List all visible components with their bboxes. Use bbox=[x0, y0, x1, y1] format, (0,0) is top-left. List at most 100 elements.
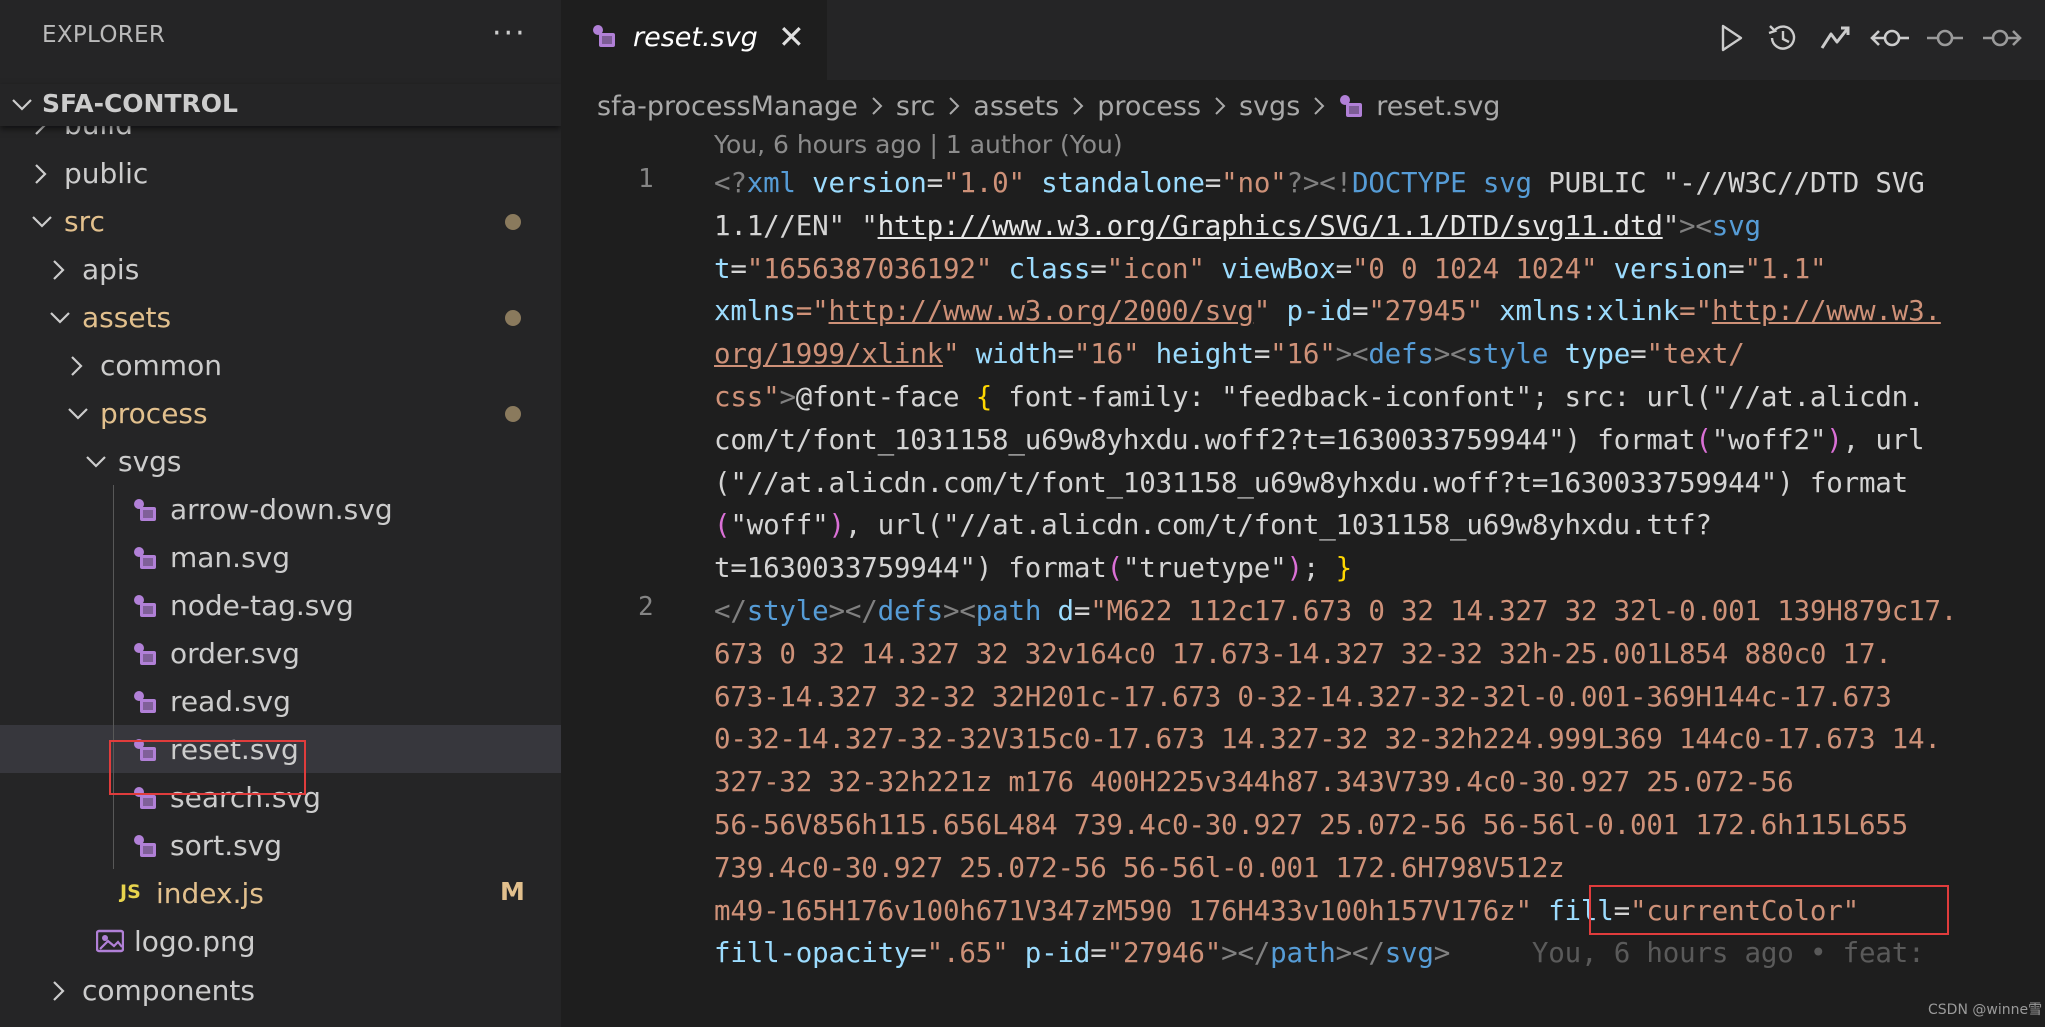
breadcrumb: sfa-processManage src assets process svgs res… bbox=[597, 86, 1500, 126]
watermark: CSDN @winne雪 bbox=[1928, 1002, 2043, 1018]
chevron-right-icon bbox=[870, 94, 884, 118]
svg-file-icon bbox=[1338, 94, 1364, 118]
tree-item-label: sort.svg bbox=[170, 829, 283, 862]
chevron-down-icon bbox=[10, 89, 34, 125]
go-back-commit-icon[interactable] bbox=[1869, 20, 1911, 56]
git-graph-icon[interactable] bbox=[1817, 20, 1853, 56]
tree-item-label: assets bbox=[82, 301, 172, 334]
chevron-right-icon bbox=[1312, 94, 1326, 118]
tree-item-reset-svg[interactable]: reset.svg bbox=[0, 725, 561, 773]
chevron-right-icon bbox=[1071, 94, 1085, 118]
tree-item-svgs[interactable]: svgs bbox=[0, 437, 561, 485]
chevron-right-icon bbox=[66, 353, 86, 383]
code-line: 1.1//EN" "http://www.w3.org/Graphics/SVG… bbox=[714, 209, 1761, 242]
line-number: 1 bbox=[638, 164, 654, 194]
tree-item-read-svg[interactable]: read.svg bbox=[0, 677, 561, 725]
blame-header[interactable]: You, 6 hours ago | 1 author (You) bbox=[714, 130, 1123, 159]
chevron-right-icon bbox=[30, 161, 50, 191]
breadcrumb-item[interactable]: svgs bbox=[1239, 91, 1300, 122]
timeline-history-icon[interactable] bbox=[1765, 20, 1801, 56]
tree-item-public[interactable]: public bbox=[0, 149, 561, 197]
svg-file-icon bbox=[132, 642, 158, 666]
tree-item-sort-svg[interactable]: sort.svg bbox=[0, 821, 561, 869]
tree-item-components[interactable]: components bbox=[0, 966, 561, 1014]
breadcrumb-item[interactable]: reset.svg bbox=[1376, 91, 1500, 122]
breadcrumb-item[interactable]: sfa-processManage bbox=[597, 91, 858, 122]
code-editor[interactable]: <?xml version="1.0" standalone="no"?><!D… bbox=[714, 162, 2045, 975]
tree-item-apis[interactable]: apis bbox=[0, 245, 561, 293]
go-forward-commit-icon[interactable] bbox=[1981, 20, 2023, 56]
indent-guide bbox=[113, 485, 114, 869]
tree-item-process[interactable]: process bbox=[0, 389, 561, 437]
explorer-title: EXPLORER bbox=[42, 22, 166, 48]
file-tree: buildpublicsrcapisassetscommonprocesssvg… bbox=[0, 0, 561, 1027]
code-line: </style></defs><path d="M622 112c17.673 … bbox=[714, 594, 1958, 627]
tree-item-assets[interactable]: assets bbox=[0, 293, 561, 341]
code-line: org/1999/xlink" width="16" height="16"><… bbox=[714, 338, 1745, 371]
svg-file-icon bbox=[132, 834, 158, 858]
tree-item-search-svg[interactable]: search.svg bbox=[0, 773, 561, 821]
tree-item-label: logo.png bbox=[134, 925, 256, 958]
code-line: <?xml version="1.0" standalone="no"?><!D… bbox=[714, 167, 1925, 199]
code-line: 673-14.327 32-32 32H201c-17.673 0-32-14.… bbox=[714, 680, 1892, 713]
tab-reset-svg[interactable]: reset.svg ✕ bbox=[561, 0, 827, 80]
tab-label: reset.svg bbox=[633, 22, 758, 53]
code-line: 739.4c0-30.927 25.072-56 56-56l-0.001 17… bbox=[714, 851, 1565, 884]
breadcrumb-item[interactable]: process bbox=[1097, 91, 1201, 122]
chevron-down-icon bbox=[66, 401, 90, 431]
code-line: fill-opacity=".65" p-id="27946"></path><… bbox=[714, 937, 1941, 970]
tree-item-label: src bbox=[64, 205, 105, 238]
run-icon[interactable] bbox=[1713, 20, 1749, 56]
code-line: t=1630033759944") format("truetype"); } bbox=[714, 552, 1352, 585]
chevron-down-icon bbox=[30, 209, 54, 239]
tree-item-arrow-down-svg[interactable]: arrow-down.svg bbox=[0, 485, 561, 533]
tree-item-man-svg[interactable]: man.svg bbox=[0, 533, 561, 581]
chevron-right-icon bbox=[48, 257, 68, 287]
svg-file-icon bbox=[591, 24, 617, 48]
chevron-right-icon bbox=[947, 94, 961, 118]
chevron-down-icon bbox=[48, 305, 72, 335]
svg-file-icon bbox=[132, 690, 158, 714]
tree-item-label: public bbox=[64, 157, 149, 190]
git-status-badge: M bbox=[500, 877, 525, 906]
line-number: 2 bbox=[638, 592, 654, 622]
code-line: ("//at.alicdn.com/t/font_1031158_u69w8yh… bbox=[714, 466, 1909, 499]
code-line: t="1656387036192" class="icon" viewBox="… bbox=[714, 252, 1827, 285]
chevron-right-icon bbox=[48, 978, 68, 1008]
tree-item-label: arrow-down.svg bbox=[170, 493, 393, 526]
tree-item-order-svg[interactable]: order.svg bbox=[0, 629, 561, 677]
chevron-right-icon bbox=[1213, 94, 1227, 118]
js-file-icon: JS bbox=[120, 881, 141, 903]
project-header[interactable]: SFA-CONTROL bbox=[0, 84, 561, 126]
code-line: xmlns="http://www.w3.org/2000/svg" p-id=… bbox=[714, 295, 1941, 328]
modified-dot-icon bbox=[505, 214, 521, 230]
chevron-down-icon bbox=[84, 449, 108, 479]
tree-item-logo-png[interactable]: logo.png bbox=[0, 917, 561, 965]
svg-file-icon bbox=[132, 738, 158, 762]
tree-item-label: read.svg bbox=[170, 685, 291, 718]
tree-item-label: components bbox=[82, 974, 255, 1007]
tree-item-label: apis bbox=[82, 253, 140, 286]
code-line: com/t/font_1031158_u69w8yhxdu.woff2?t=16… bbox=[714, 423, 1925, 456]
code-line: 673 0 32 14.327 32 32v164c0 17.673-14.32… bbox=[714, 637, 1892, 670]
tree-item-label: node-tag.svg bbox=[170, 589, 354, 622]
modified-dot-icon bbox=[505, 310, 521, 326]
code-line: ("woff"), url("//at.alicdn.com/t/font_10… bbox=[714, 509, 1712, 542]
current-commit-icon[interactable] bbox=[1925, 20, 1965, 56]
tree-item-label: index.js bbox=[156, 877, 264, 910]
tree-item-common[interactable]: common bbox=[0, 341, 561, 389]
svg-file-icon bbox=[132, 498, 158, 522]
tree-item-label: man.svg bbox=[170, 541, 291, 574]
tree-item-index-js[interactable]: JS index.js M bbox=[0, 869, 561, 917]
svg-file-icon bbox=[132, 546, 158, 570]
breadcrumb-item[interactable]: src bbox=[896, 91, 935, 122]
tree-item-label: order.svg bbox=[170, 637, 300, 670]
breadcrumb-item[interactable]: assets bbox=[973, 91, 1059, 122]
code-line: 56-56V856h115.656L484 739.4c0-30.927 25.… bbox=[714, 808, 1909, 841]
close-icon[interactable]: ✕ bbox=[778, 18, 805, 56]
more-actions-icon[interactable]: ··· bbox=[492, 16, 527, 51]
tree-item-label: search.svg bbox=[170, 781, 321, 814]
tree-item-src[interactable]: src bbox=[0, 197, 561, 245]
tree-item-label: common bbox=[100, 349, 222, 382]
tree-item-node-tag-svg[interactable]: node-tag.svg bbox=[0, 581, 561, 629]
